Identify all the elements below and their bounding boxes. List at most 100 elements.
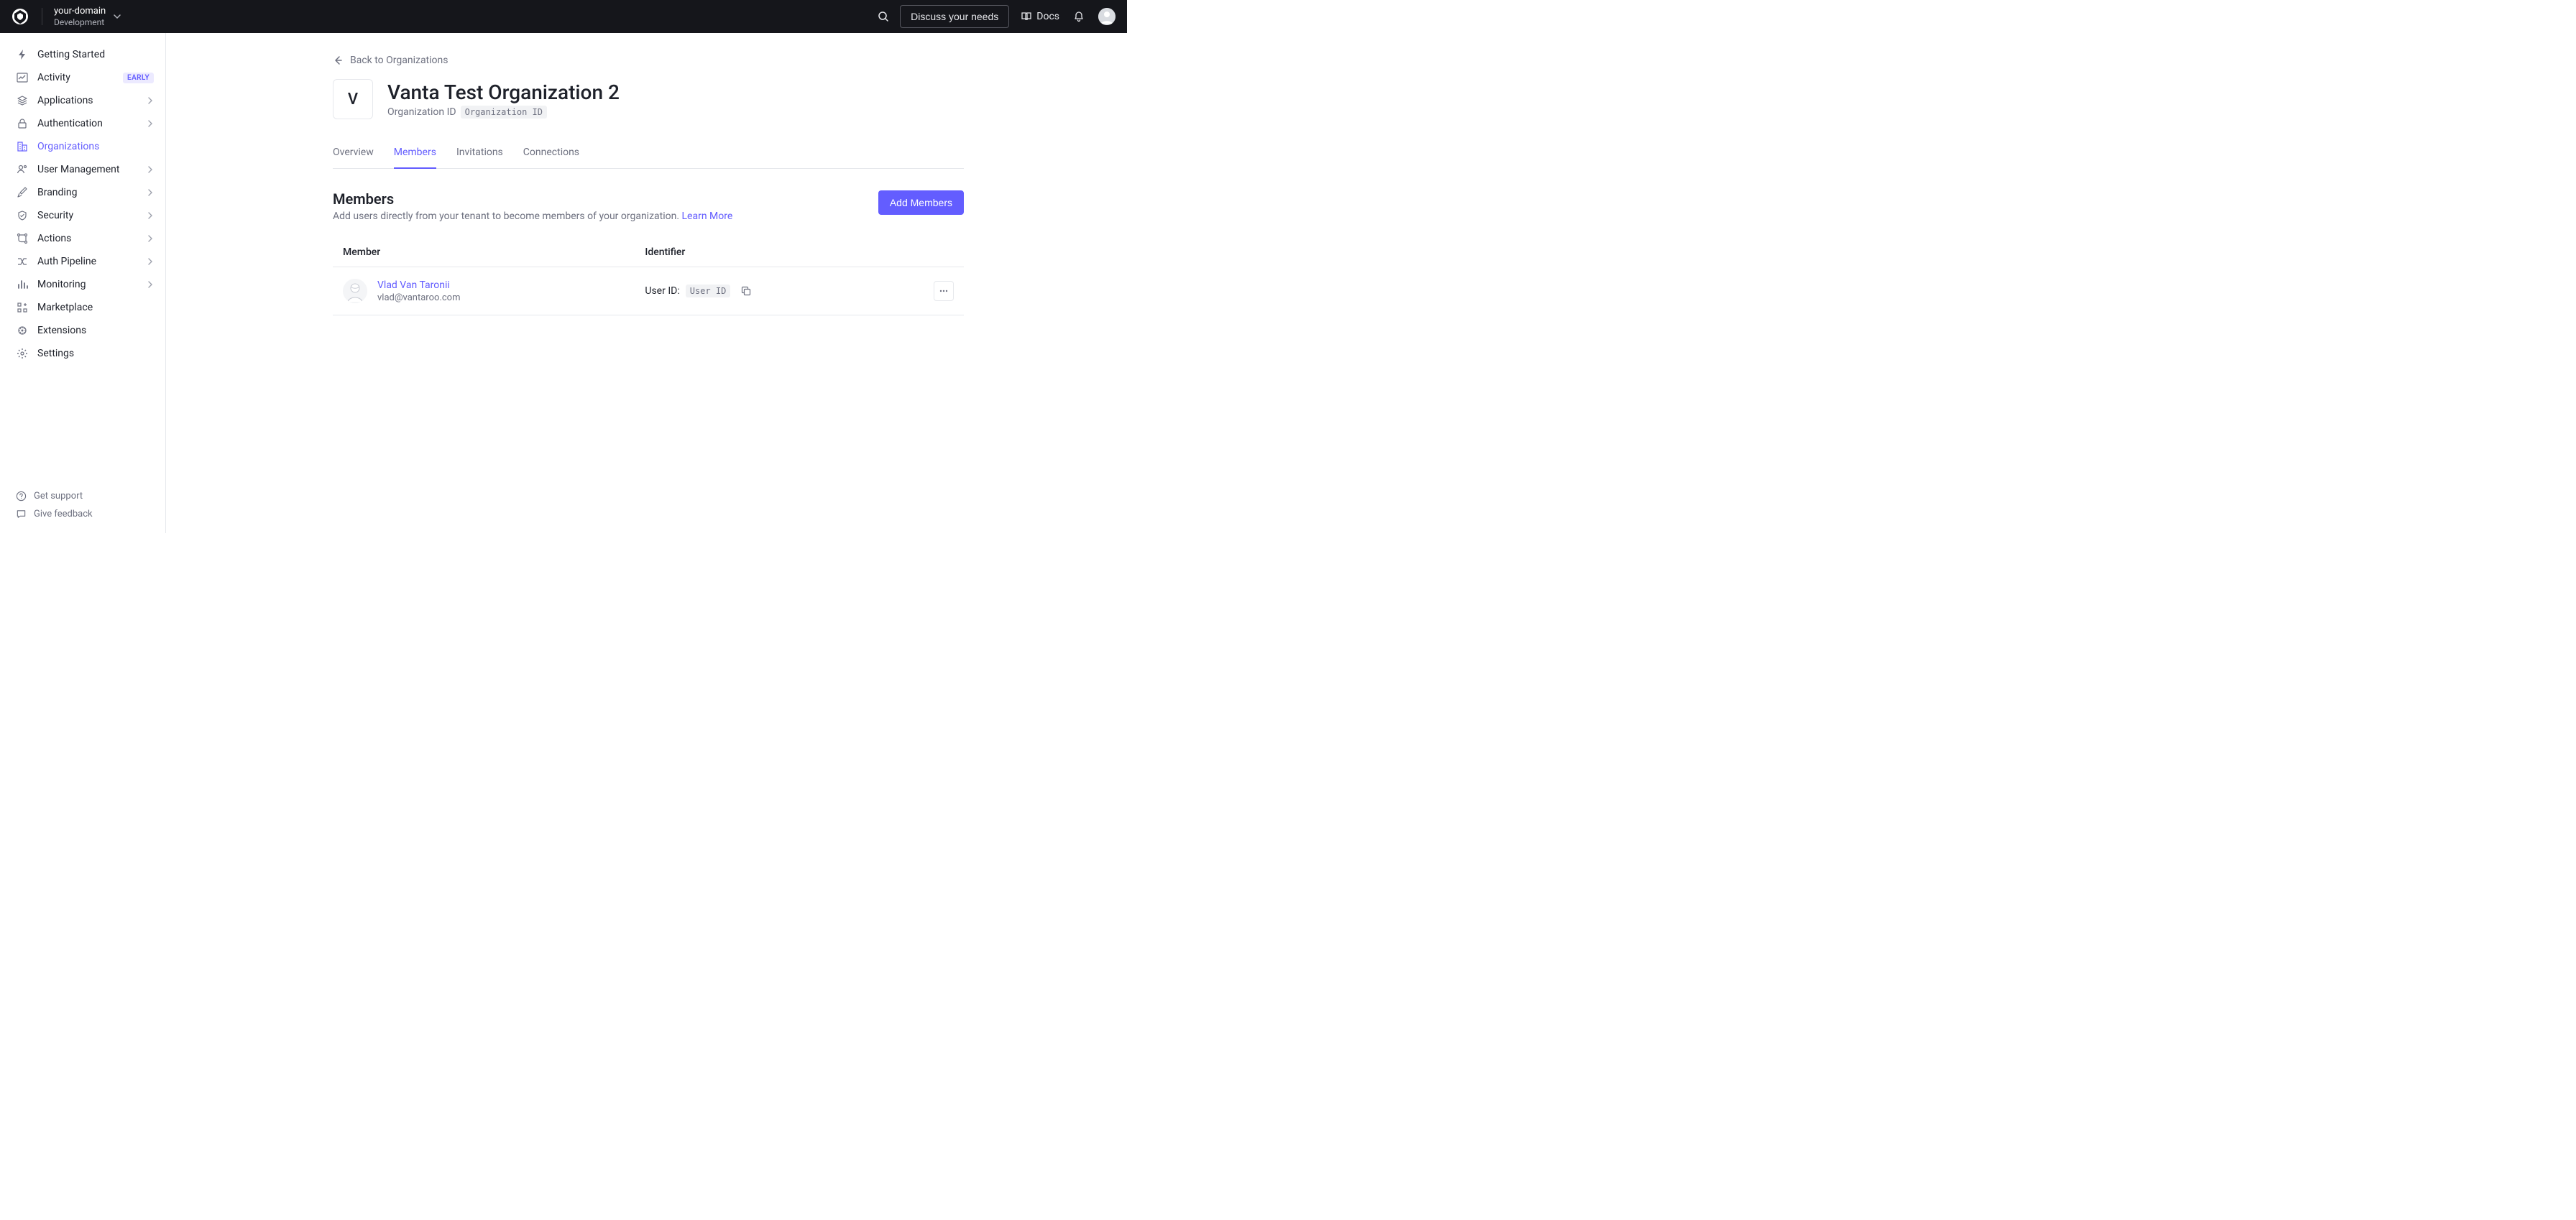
table-row: Vlad Van Taroniivlad@vantaroo.com User ID… bbox=[333, 267, 964, 315]
docs-label: Docs bbox=[1036, 11, 1059, 22]
give-feedback-link[interactable]: Give feedback bbox=[0, 505, 165, 523]
sidebar-item-auth-pipeline[interactable]: Auth Pipeline bbox=[0, 250, 165, 273]
chevron-right-icon bbox=[147, 120, 154, 127]
tenant-switcher[interactable]: your-domain Development bbox=[54, 6, 121, 27]
chevron-right-icon bbox=[147, 97, 154, 104]
user-id-label: User ID: bbox=[645, 285, 679, 297]
brand-logo bbox=[12, 8, 29, 25]
book-icon bbox=[1021, 11, 1032, 22]
members-description: Add users directly from your tenant to b… bbox=[333, 211, 682, 222]
sidebar-item-label: Settings bbox=[37, 348, 154, 359]
get-support-label: Get support bbox=[34, 491, 83, 502]
sidebar-item-extensions[interactable]: Extensions bbox=[0, 319, 165, 342]
lock-icon bbox=[16, 117, 29, 130]
give-feedback-label: Give feedback bbox=[34, 509, 93, 519]
org-id-value: Organization ID bbox=[461, 106, 547, 119]
get-support-link[interactable]: Get support bbox=[0, 487, 165, 505]
notifications-button[interactable] bbox=[1067, 4, 1091, 29]
badge: EARLY bbox=[123, 73, 154, 83]
grid-plus-icon bbox=[16, 301, 29, 314]
user-id-value: User ID bbox=[686, 285, 731, 297]
sidebar-item-label: Marketplace bbox=[37, 302, 154, 313]
building-icon bbox=[16, 140, 29, 153]
chevron-down-icon bbox=[113, 12, 121, 21]
docs-link[interactable]: Docs bbox=[1013, 11, 1067, 22]
help-circle-icon bbox=[16, 491, 27, 502]
col-identifier: Identifier bbox=[635, 238, 924, 267]
puzzle-icon bbox=[16, 324, 29, 337]
tab-overview[interactable]: Overview bbox=[333, 141, 374, 168]
sidebar-item-label: User Management bbox=[37, 164, 138, 175]
chevron-right-icon bbox=[147, 281, 154, 288]
org-title: Vanta Test Organization 2 bbox=[387, 80, 620, 104]
sidebar: Getting Started Activity EARLY Applications… bbox=[0, 33, 166, 533]
member-avatar bbox=[343, 279, 367, 303]
sidebar-item-label: Branding bbox=[37, 187, 138, 198]
sidebar-item-label: Auth Pipeline bbox=[37, 256, 138, 267]
top-bar: your-domain Development Discuss your nee… bbox=[0, 0, 1127, 33]
sidebar-item-label: Activity bbox=[37, 72, 114, 83]
sidebar-item-label: Extensions bbox=[37, 325, 154, 336]
discuss-needs-button[interactable]: Discuss your needs bbox=[900, 5, 1009, 28]
sidebar-item-marketplace[interactable]: Marketplace bbox=[0, 296, 165, 319]
tab-members[interactable]: Members bbox=[394, 141, 436, 168]
members-table: Member Identifier Vlad Van Taroniivlad@v… bbox=[333, 238, 964, 315]
sidebar-item-activity[interactable]: Activity EARLY bbox=[0, 66, 165, 89]
sidebar-item-user-management[interactable]: User Management bbox=[0, 158, 165, 181]
sidebar-item-security[interactable]: Security bbox=[0, 204, 165, 227]
chevron-right-icon bbox=[147, 189, 154, 196]
learn-more-link[interactable]: Learn More bbox=[682, 211, 733, 222]
user-icon bbox=[16, 163, 29, 176]
member-name-link[interactable]: Vlad Van Taronii bbox=[377, 279, 460, 291]
sidebar-item-authentication[interactable]: Authentication bbox=[0, 112, 165, 135]
sidebar-item-label: Actions bbox=[37, 233, 138, 244]
sidebar-item-actions[interactable]: Actions bbox=[0, 227, 165, 250]
add-members-button[interactable]: Add Members bbox=[878, 190, 964, 215]
tab-invitations[interactable]: Invitations bbox=[456, 141, 503, 168]
member-email: vlad@vantaroo.com bbox=[377, 292, 460, 303]
sidebar-item-label: Organizations bbox=[37, 141, 154, 152]
col-member: Member bbox=[333, 238, 635, 267]
gear-icon bbox=[16, 347, 29, 360]
sidebar-item-label: Security bbox=[37, 210, 138, 221]
search-button[interactable] bbox=[871, 4, 896, 29]
message-icon bbox=[16, 509, 27, 519]
stack-icon bbox=[16, 94, 29, 107]
sidebar-item-settings[interactable]: Settings bbox=[0, 342, 165, 365]
back-label: Back to Organizations bbox=[350, 55, 448, 66]
shield-icon bbox=[16, 209, 29, 222]
bars-icon bbox=[16, 278, 29, 291]
sidebar-item-getting-started[interactable]: Getting Started bbox=[0, 43, 165, 66]
chevron-right-icon bbox=[147, 258, 154, 265]
flow-icon bbox=[16, 232, 29, 245]
sidebar-item-label: Applications bbox=[37, 95, 138, 106]
sidebar-item-label: Monitoring bbox=[37, 279, 138, 290]
sidebar-item-label: Getting Started bbox=[37, 49, 154, 60]
back-to-organizations[interactable]: Back to Organizations bbox=[333, 55, 964, 66]
arrow-left-icon bbox=[333, 55, 343, 65]
brush-icon bbox=[16, 186, 29, 199]
tenant-name: your-domain bbox=[54, 6, 106, 17]
sidebar-item-applications[interactable]: Applications bbox=[0, 89, 165, 112]
chevron-right-icon bbox=[147, 166, 154, 173]
org-tabs: Overview Members Invitations Connections bbox=[333, 141, 964, 169]
user-avatar[interactable] bbox=[1098, 8, 1116, 25]
tab-connections[interactable]: Connections bbox=[523, 141, 579, 168]
sidebar-item-organizations[interactable]: Organizations bbox=[0, 135, 165, 158]
sidebar-item-monitoring[interactable]: Monitoring bbox=[0, 273, 165, 296]
bolt-icon bbox=[16, 48, 29, 61]
sidebar-item-label: Authentication bbox=[37, 118, 138, 129]
copy-button[interactable] bbox=[736, 281, 756, 301]
chart-line-icon bbox=[16, 71, 29, 84]
chevron-right-icon bbox=[147, 212, 154, 219]
members-title: Members bbox=[333, 190, 732, 208]
main-content: Back to Organizations V Vanta Test Organ… bbox=[166, 33, 1127, 533]
sidebar-nav: Getting Started Activity EARLY Applications… bbox=[0, 43, 165, 481]
sidebar-item-branding[interactable]: Branding bbox=[0, 181, 165, 204]
org-id-label: Organization ID bbox=[387, 106, 456, 118]
chevron-right-icon bbox=[147, 235, 154, 242]
pipeline-icon bbox=[16, 255, 29, 268]
row-menu-button[interactable] bbox=[934, 281, 954, 301]
org-avatar: V bbox=[333, 79, 373, 119]
tenant-env: Development bbox=[54, 17, 106, 27]
